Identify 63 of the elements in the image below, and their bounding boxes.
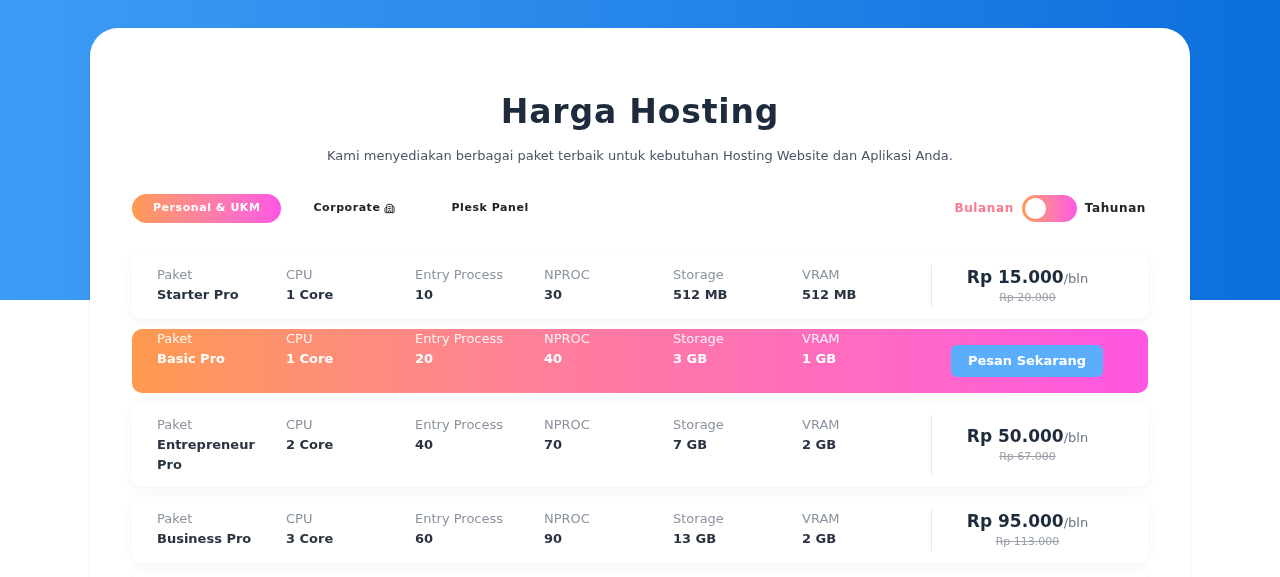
spec-label: CPU <box>286 509 314 528</box>
spec-value: 70 <box>544 435 564 454</box>
spec-label: VRAM <box>802 509 841 528</box>
spec-value: 30 <box>544 285 564 304</box>
price: Rp 50.000/bln <box>966 424 1089 448</box>
spec-label: Paket <box>157 329 194 348</box>
spec-value: 60 <box>415 529 435 548</box>
spec-value: 1 Core <box>286 285 335 304</box>
spec-value: 7 GB <box>673 435 709 454</box>
spec-label: Paket <box>157 509 194 528</box>
spec-value: 2 GB <box>802 529 838 548</box>
spec-value: 2 Core <box>286 435 335 454</box>
spec-label: NPROC <box>544 509 591 528</box>
price: Rp 15.000/bln <box>966 265 1089 289</box>
spec-label: NPROC <box>544 329 591 348</box>
spec-value: 1 Core <box>286 349 335 368</box>
spec-label: Storage <box>673 415 725 434</box>
spec-value: 13 GB <box>673 529 718 548</box>
spec-label: Paket <box>157 415 194 434</box>
spec-label: CPU <box>286 329 314 348</box>
spec-value: Business Pro <box>157 529 253 548</box>
spec-label: VRAM <box>802 329 841 348</box>
price: Rp 95.000/bln <box>966 509 1089 533</box>
spec-label: Entry Process <box>415 329 505 348</box>
spec-value: 3 GB <box>673 349 709 368</box>
tab[interactable]: Corporate <box>289 193 420 223</box>
page-title: Harga Hosting <box>499 91 781 133</box>
spec-value: 2 GB <box>802 435 838 454</box>
spec-value: Starter Pro <box>157 285 240 304</box>
spec-label: NPROC <box>544 415 591 434</box>
old-price: Rp 67.000 <box>999 449 1056 465</box>
spec-label: VRAM <box>802 265 841 284</box>
page-subtitle: Kami menyediakan berbagai paket terbaik untuk kebutuhan Hosting Website dan Aplikasi Anda. <box>326 147 954 165</box>
spec-label: Storage <box>673 265 725 284</box>
spec-value: 40 <box>415 435 435 454</box>
old-price: Rp 20.000 <box>999 290 1056 306</box>
spec-label: CPU <box>286 415 314 434</box>
tab[interactable]: Plesk Panel <box>427 193 553 223</box>
spec-value: 512 MB <box>673 285 729 304</box>
spec-label: VRAM <box>802 415 841 434</box>
billing-label: Tahunan <box>1084 200 1146 217</box>
building-icon <box>384 202 396 214</box>
spec-value: Entrepreneur Pro <box>157 435 256 474</box>
spec-label: Entry Process <box>415 509 505 528</box>
billing-toggle[interactable] <box>1021 194 1077 222</box>
billing-label: Bulanan <box>954 200 1014 217</box>
spec-value: Basic Pro <box>157 349 226 368</box>
spec-value: 40 <box>544 349 564 368</box>
spec-label: Storage <box>673 329 725 348</box>
spec-value: 10 <box>415 285 435 304</box>
old-price: Rp 113.000 <box>995 534 1060 550</box>
spec-label: Entry Process <box>415 265 505 284</box>
spec-value: 1 GB <box>802 349 838 368</box>
spec-value: 512 MB <box>802 285 858 304</box>
toggle-thumb[interactable] <box>1024 197 1046 219</box>
spec-label: Entry Process <box>415 415 505 434</box>
spec-label: Storage <box>673 509 725 528</box>
spec-value: 20 <box>415 349 435 368</box>
spec-label: NPROC <box>544 265 591 284</box>
spec-label: Paket <box>157 265 194 284</box>
spec-label: CPU <box>286 265 314 284</box>
spec-value: 90 <box>544 529 564 548</box>
spec-value: 3 Core <box>286 529 335 548</box>
